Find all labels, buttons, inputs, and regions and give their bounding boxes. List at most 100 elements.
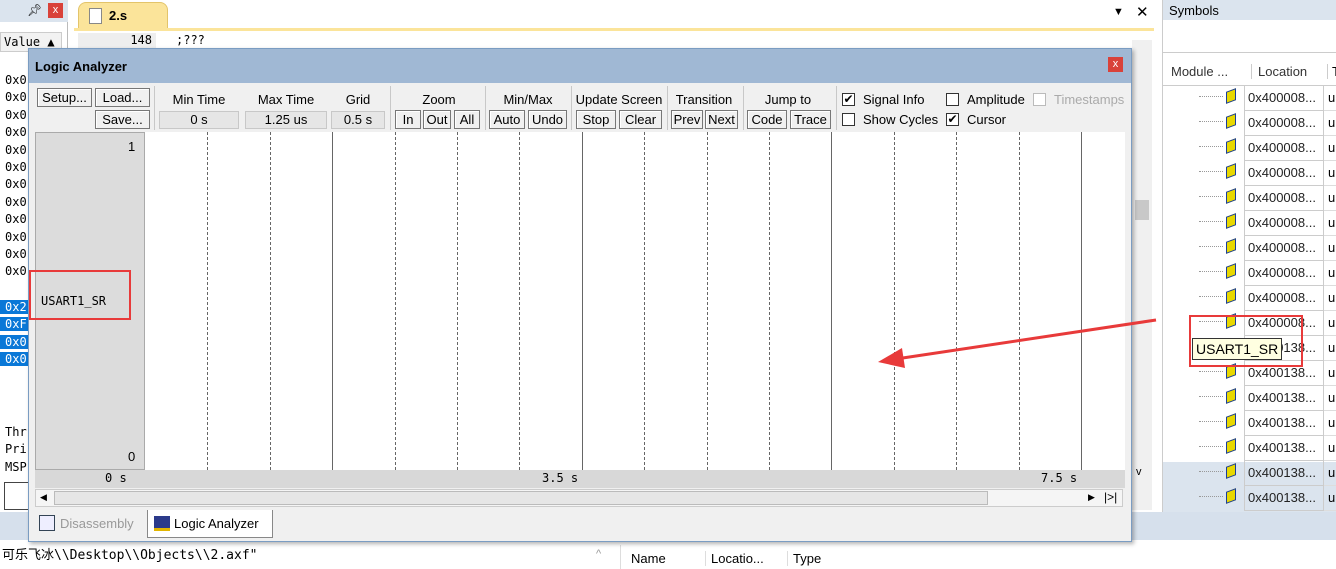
auto-button[interactable]: Auto (489, 110, 525, 129)
load-button[interactable]: Load... (95, 88, 150, 107)
logic-analyzer-icon (154, 516, 170, 531)
window-title: Logic Analyzer (35, 59, 127, 74)
symbol-location: 0x400138... (1244, 411, 1324, 436)
value-row[interactable]: 0x0 (5, 247, 27, 261)
timestamps-checkbox[interactable] (1033, 93, 1046, 106)
option-label: Timestamps (1054, 92, 1125, 107)
symbol-row[interactable]: 0x400138... u (1199, 411, 1336, 436)
col-module[interactable]: Module ... (1171, 64, 1228, 79)
symbol-row[interactable]: 0x400008... u (1199, 236, 1336, 261)
amplitude-checkbox[interactable] (946, 93, 959, 106)
scroll-end-icon[interactable]: |>| (1104, 490, 1117, 504)
scroll-down-icon[interactable]: v (1136, 466, 1142, 478)
symbol-row[interactable]: 0x400008... u (1199, 111, 1336, 136)
tree-line (1199, 196, 1223, 197)
next-button[interactable]: Next (705, 110, 738, 129)
tree-line (1199, 421, 1223, 422)
value-row[interactable]: 0x0 (5, 108, 27, 122)
col-type[interactable]: Type (787, 551, 821, 566)
value-row-selected[interactable]: 0x0 (0, 352, 28, 367)
tab-logic-analyzer[interactable]: Logic Analyzer (147, 510, 273, 538)
undo-button[interactable]: Undo (528, 110, 567, 129)
dropdown-icon[interactable]: ▼ (1113, 6, 1124, 18)
value-row[interactable]: 0x0 (5, 143, 27, 157)
clear-button[interactable]: Clear (619, 110, 662, 129)
symbol-row[interactable]: 0x400008... u (1199, 161, 1336, 186)
zoom-out-button[interactable]: Out (423, 110, 451, 129)
grid-label: Grid (345, 92, 371, 107)
scroll-up-icon[interactable]: ^ (596, 548, 601, 560)
pin-icon[interactable]: 📌︎ (27, 3, 42, 17)
value-row[interactable]: 0x0 (5, 177, 27, 191)
symbol-type: u (1328, 340, 1336, 355)
symbol-row[interactable]: 0x400008... u (1199, 286, 1336, 311)
save-button[interactable]: Save... (95, 110, 150, 129)
value-row[interactable]: 0x0 (5, 195, 27, 209)
trace-button[interactable]: Trace (790, 110, 831, 129)
update-screen-label: Update Screen (575, 92, 663, 107)
col-location[interactable]: Location (1251, 64, 1307, 79)
value-row[interactable]: 0x0 (5, 212, 27, 226)
tree-line (1199, 96, 1223, 97)
setup-button[interactable]: Setup... (37, 88, 92, 107)
waveform-plot[interactable] (145, 132, 1125, 470)
tab-underline (74, 28, 1154, 31)
code-line: ;??? (176, 33, 205, 47)
show-cycles-checkbox[interactable] (842, 113, 855, 126)
symbol-row[interactable]: 0x400008... u (1199, 211, 1336, 236)
signal-info-checkbox[interactable]: ✔ (842, 93, 855, 106)
option-label: Amplitude (967, 92, 1025, 107)
close-icon[interactable]: x (48, 3, 63, 18)
separator (485, 86, 486, 130)
value-row[interactable]: 0x0 (5, 160, 27, 174)
stop-button[interactable]: Stop (576, 110, 616, 129)
scroll-thumb[interactable] (54, 491, 988, 505)
arrow-head (878, 348, 905, 368)
symbol-row[interactable]: 0x400138... u (1199, 461, 1336, 486)
value-row-selected[interactable]: 0xF (0, 317, 28, 332)
tab-disassembly[interactable]: Disassembly (36, 512, 144, 536)
close-icon[interactable]: x (1108, 57, 1123, 72)
symbol-row[interactable]: 0x400138... u (1199, 436, 1336, 461)
symbol-row[interactable]: 0x400008... u (1199, 136, 1336, 161)
value-row[interactable]: 0x0 (5, 73, 27, 87)
close-icon[interactable]: ✕ (1136, 3, 1149, 21)
value-row[interactable]: 0x0 (5, 230, 27, 244)
separator (743, 86, 744, 130)
value-row-selected[interactable]: 0x2 (0, 300, 28, 314)
zoom-in-button[interactable]: In (395, 110, 421, 129)
signal-min: 0 (128, 449, 136, 464)
symbol-row[interactable]: 0x400008... u (1199, 186, 1336, 211)
zoom-all-button[interactable]: All (454, 110, 480, 129)
grid-value: 0.5 s (331, 111, 385, 129)
symbol-row[interactable]: 0x400138... u (1199, 486, 1336, 511)
value-row[interactable]: 0x0 (5, 125, 27, 139)
horizontal-scrollbar[interactable]: ◀ ▶ |>| (35, 489, 1123, 507)
separator (571, 86, 572, 130)
info-row: Thr (5, 425, 27, 439)
editor-scrollbar[interactable] (1132, 40, 1152, 510)
value-row[interactable]: 0x0 (5, 90, 27, 104)
code-button[interactable]: Code (747, 110, 787, 129)
symbol-type: u (1328, 465, 1336, 480)
symbol-row[interactable]: 0x400138... u (1199, 386, 1336, 411)
min-time-value: 0 s (159, 111, 239, 129)
cursor-checkbox[interactable]: ✔ (946, 113, 959, 126)
symbol-row[interactable]: 0x400008... u (1199, 261, 1336, 286)
tab-label: 2.s (109, 8, 128, 23)
grid-line (269, 132, 271, 470)
min-time-label: Min Time (172, 92, 226, 107)
col-location[interactable]: Locatio... (705, 551, 764, 566)
scroll-left-icon[interactable]: ◀ (40, 492, 47, 503)
col-name[interactable]: Name (631, 551, 666, 566)
tab-2s[interactable]: 2.s (78, 2, 168, 28)
symbol-type: u (1328, 90, 1336, 105)
value-row-selected[interactable]: 0x0 (0, 334, 28, 349)
symbol-row[interactable]: 0x400008... u (1199, 86, 1336, 111)
scroll-thumb[interactable] (1135, 200, 1149, 220)
prev-button[interactable]: Prev (671, 110, 703, 129)
scroll-right-icon[interactable]: ▶ (1088, 492, 1095, 503)
col-type[interactable]: T (1327, 64, 1336, 79)
symbol-type: u (1328, 215, 1336, 230)
value-row[interactable]: 0x0 (5, 264, 27, 278)
